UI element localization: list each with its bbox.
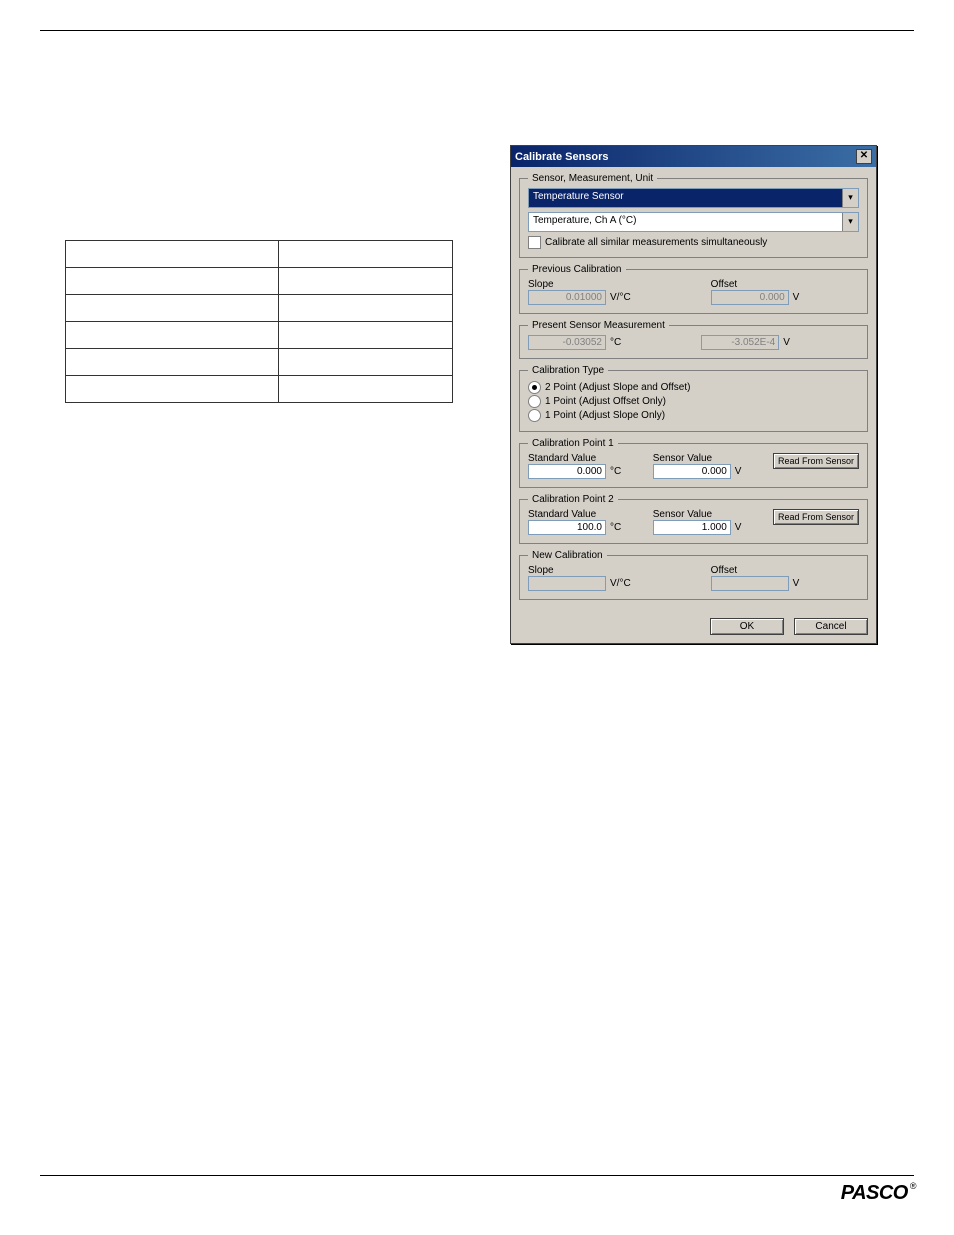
radio-label: 1 Point (Adjust Slope Only) (545, 410, 665, 421)
present-sensor-group: Present Sensor Measurement -0.03052 °C -… (519, 320, 868, 359)
cp2-sensor-unit: V (735, 522, 742, 533)
newcal-legend: New Calibration (528, 550, 607, 561)
checkbox-icon[interactable] (528, 236, 541, 249)
content-table (65, 240, 453, 403)
calibration-type-group: Calibration Type 2 Point (Adjust Slope a… (519, 365, 868, 432)
prev-offset-field: 0.000 (711, 290, 789, 305)
close-icon[interactable]: ✕ (856, 149, 872, 164)
cp1-std-unit: °C (610, 466, 621, 477)
calibrate-sensors-dialog: Calibrate Sensors ✕ Sensor, Measurement,… (510, 145, 877, 644)
dialog-titlebar[interactable]: Calibrate Sensors ✕ (511, 146, 876, 167)
radio-label: 2 Point (Adjust Slope and Offset) (545, 382, 690, 393)
new-calibration-group: New Calibration Slope V/°C Offset V (519, 550, 868, 600)
cp2-read-button[interactable]: Read From Sensor (773, 509, 859, 525)
dialog-title: Calibrate Sensors (515, 151, 609, 163)
present-value-field: -0.03052 (528, 335, 606, 350)
prev-slope-unit: V/°C (610, 292, 631, 303)
cp1-legend: Calibration Point 1 (528, 438, 618, 449)
previous-calibration-group: Previous Calibration Slope 0.01000 V/°C … (519, 264, 868, 314)
present-raw-field: -3.052E-4 (701, 335, 779, 350)
cp1-std-field[interactable]: 0.000 (528, 464, 606, 479)
prev-slope-label: Slope (528, 279, 631, 290)
cp2-legend: Calibration Point 2 (528, 494, 618, 505)
present-value-unit: °C (610, 337, 621, 348)
cp1-sensor-unit: V (735, 466, 742, 477)
measurement-dropdown[interactable]: Temperature, Ch A (°C) ▾ (528, 212, 859, 232)
caltype-2point-radio[interactable]: 2 Point (Adjust Slope and Offset) (528, 381, 859, 394)
sensor-dropdown-text: Temperature Sensor (529, 189, 842, 207)
newcal-offset-label: Offset (711, 565, 800, 576)
cp2-std-unit: °C (610, 522, 621, 533)
radio-label: 1 Point (Adjust Offset Only) (545, 396, 666, 407)
sensor-measurement-unit-group: Sensor, Measurement, Unit Temperature Se… (519, 173, 868, 258)
prev-cal-legend: Previous Calibration (528, 264, 626, 275)
caltype-1point-offset-radio[interactable]: 1 Point (Adjust Offset Only) (528, 395, 859, 408)
prev-offset-label: Offset (711, 279, 800, 290)
cp1-read-button[interactable]: Read From Sensor (773, 453, 859, 469)
prev-offset-unit: V (793, 292, 800, 303)
chevron-down-icon[interactable]: ▾ (842, 213, 858, 231)
cp1-sensor-label: Sensor Value (653, 453, 742, 464)
newcal-offset-unit: V (793, 578, 800, 589)
calibrate-all-checkbox[interactable]: Calibrate all similar measurements simul… (528, 236, 859, 249)
present-legend: Present Sensor Measurement (528, 320, 669, 331)
cp1-std-label: Standard Value (528, 453, 621, 464)
newcal-offset-field (711, 576, 789, 591)
cp2-std-label: Standard Value (528, 509, 621, 520)
smu-legend: Sensor, Measurement, Unit (528, 173, 657, 184)
newcal-slope-unit: V/°C (610, 578, 631, 589)
cp2-std-field[interactable]: 100.0 (528, 520, 606, 535)
present-raw-unit: V (783, 337, 790, 348)
page-footer: PASCO (40, 1175, 914, 1205)
cp2-sensor-label: Sensor Value (653, 509, 742, 520)
cp2-sensor-field[interactable]: 1.000 (653, 520, 731, 535)
measurement-dropdown-text: Temperature, Ch A (°C) (529, 213, 842, 231)
cancel-button[interactable]: Cancel (794, 618, 868, 635)
calibration-point-1-group: Calibration Point 1 Standard Value 0.000… (519, 438, 868, 488)
newcal-slope-label: Slope (528, 565, 631, 576)
checkbox-label: Calibrate all similar measurements simul… (545, 237, 767, 248)
newcal-slope-field (528, 576, 606, 591)
ok-button[interactable]: OK (710, 618, 784, 635)
prev-slope-field: 0.01000 (528, 290, 606, 305)
chevron-down-icon[interactable]: ▾ (842, 189, 858, 207)
caltype-legend: Calibration Type (528, 365, 608, 376)
caltype-1point-slope-radio[interactable]: 1 Point (Adjust Slope Only) (528, 409, 859, 422)
calibration-point-2-group: Calibration Point 2 Standard Value 100.0… (519, 494, 868, 544)
cp1-sensor-field[interactable]: 0.000 (653, 464, 731, 479)
pasco-logo: PASCO (841, 1182, 914, 1205)
sensor-dropdown[interactable]: Temperature Sensor ▾ (528, 188, 859, 208)
